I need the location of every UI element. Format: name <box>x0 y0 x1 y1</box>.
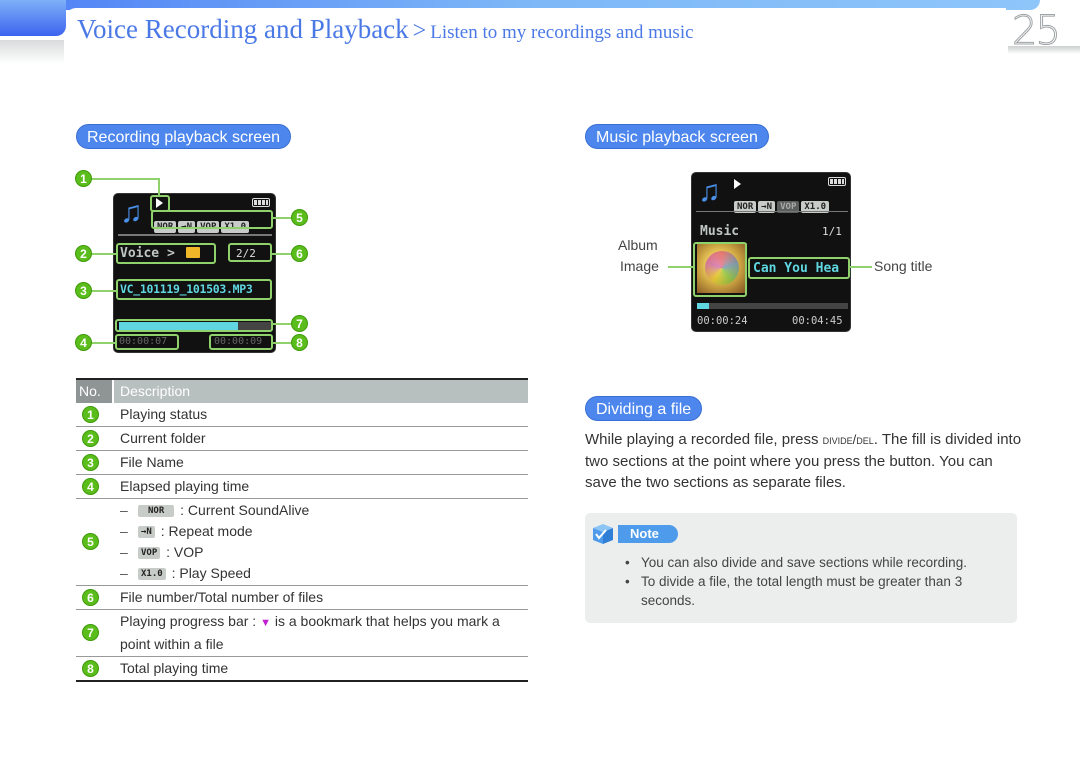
callout-line-4 <box>90 342 116 344</box>
header-shade <box>0 40 64 64</box>
table-row: 8 Total playing time <box>76 657 528 682</box>
note-list: You can also divide and save sections wh… <box>622 553 1002 610</box>
callout-box-6 <box>228 243 272 262</box>
row-description: File Name <box>120 454 184 470</box>
note-item: To divide a file, the total length must … <box>622 572 1002 610</box>
play-icon <box>734 179 741 189</box>
table-row: 3 File Name <box>76 451 528 475</box>
button-name: DIVIDE/DEL <box>822 432 874 447</box>
table-header: No. Description <box>76 378 528 403</box>
callout-7: 7 <box>291 315 308 332</box>
row-number-badge: 3 <box>82 453 99 471</box>
table-row: 4 Elapsed playing time <box>76 475 528 499</box>
table-row: 2 Current folder <box>76 427 528 451</box>
row-number-badge: 1 <box>82 405 99 423</box>
music-screen-heading: Music playback screen <box>585 124 769 149</box>
folder-label: Music <box>700 224 740 239</box>
total-time: 00:04:45 <box>792 315 843 327</box>
breadcrumb-separator: > <box>412 18 427 44</box>
music-note-icon: ♫ <box>120 196 143 229</box>
table-row: 1 Playing status <box>76 403 528 427</box>
chip-soundalive: NOR <box>138 504 175 517</box>
sub-item: – X1.0 : Play Speed <box>120 565 251 581</box>
callout-line-5 <box>273 217 293 219</box>
sub-item: – NOR : Current SoundAlive <box>120 502 310 518</box>
chip-speed: X1.0 <box>138 567 166 580</box>
divider <box>118 234 272 236</box>
row-number-badge: 6 <box>82 588 99 606</box>
col-header-no: No. <box>76 380 114 403</box>
sub-item: – VOP : VOP <box>120 544 204 560</box>
page-title: Voice Recording and Playback > Listen to m… <box>77 14 694 45</box>
row-number-badge: 2 <box>82 429 99 447</box>
progress-fill <box>697 303 710 309</box>
row-description: Playing progress bar : ▼ is a bookmark t… <box>120 613 500 652</box>
battery-icon <box>828 177 846 186</box>
row-description: – NOR : Current SoundAlive – →N : Repeat m… <box>120 499 528 585</box>
album-label-line2: Image <box>620 258 659 274</box>
callout-line-8 <box>273 342 293 344</box>
table-row: 6 File number/Total number of files <box>76 586 528 610</box>
callout-box-3 <box>116 279 272 300</box>
callout-8: 8 <box>291 334 308 351</box>
row-description: Elapsed playing time <box>120 478 250 494</box>
battery-icon <box>252 198 270 207</box>
callout-5: 5 <box>291 209 308 226</box>
callout-line-song <box>850 266 872 268</box>
row-number-badge: 8 <box>82 659 99 677</box>
callout-line-2 <box>90 253 117 255</box>
callout-box-8 <box>209 334 273 350</box>
divider <box>696 211 848 212</box>
callout-box-2 <box>116 243 216 264</box>
callout-box-5 <box>151 210 273 229</box>
col-header-description: Description <box>120 383 191 399</box>
row-number-badge: 4 <box>82 477 99 495</box>
chip-vop: VOP <box>138 546 161 559</box>
chip-repeat: →N <box>138 525 155 538</box>
callout-line-1b <box>158 178 160 196</box>
sub-item: – →N : Repeat mode <box>120 523 253 539</box>
table-row: 5 – NOR : Current SoundAlive – →N : Repeat… <box>76 499 528 586</box>
section-subtitle: Listen to my recordings and music <box>430 22 694 43</box>
elapsed-time: 00:00:24 <box>697 315 748 327</box>
description-table: No. Description 1 Playing status 2 Curre… <box>76 378 528 682</box>
music-note-icon: ♫ <box>698 175 721 208</box>
callout-line-3 <box>90 290 117 292</box>
file-count: 1/1 <box>822 225 842 238</box>
progress-track[interactable] <box>697 303 848 309</box>
callout-line-1 <box>90 178 160 180</box>
callout-line-6 <box>272 253 292 255</box>
row-description: Playing status <box>120 406 208 422</box>
note-checkbox-icon <box>593 524 613 544</box>
callout-1: 1 <box>75 170 92 187</box>
note-label: Note <box>618 525 678 543</box>
row-description: File number/Total number of files <box>120 589 324 605</box>
row-number-badge: 5 <box>82 533 99 550</box>
row-description: Total playing time <box>120 660 229 676</box>
album-label-line1: Album <box>618 237 658 253</box>
recording-screen-heading: Recording playback screen <box>76 124 291 149</box>
note-item: You can also divide and save sections wh… <box>622 553 1002 572</box>
callout-line-7 <box>273 323 293 325</box>
callout-box-song <box>748 257 850 279</box>
dividing-heading: Dividing a file <box>585 396 703 421</box>
row-number-badge: 7 <box>82 624 99 641</box>
header-left-tab <box>0 0 66 36</box>
callout-3: 3 <box>75 282 92 299</box>
callout-box-7 <box>115 319 273 332</box>
callout-4: 4 <box>75 334 92 351</box>
callout-6: 6 <box>291 245 308 262</box>
song-title-label: Song title <box>874 258 933 274</box>
dividing-paragraph: While playing a recorded file, press DIV… <box>585 431 1022 491</box>
table-row: 7 Playing progress bar : ▼ is a bookmark… <box>76 610 528 657</box>
callout-line-album <box>668 266 694 268</box>
row-description: Current folder <box>120 430 206 446</box>
callout-box-4 <box>115 334 179 350</box>
bookmark-icon: ▼ <box>260 617 271 629</box>
section-title: Voice Recording and Playback <box>77 14 409 44</box>
callout-2: 2 <box>75 245 92 262</box>
callout-box-album <box>693 242 747 297</box>
page-number-underline <box>1008 46 1080 54</box>
